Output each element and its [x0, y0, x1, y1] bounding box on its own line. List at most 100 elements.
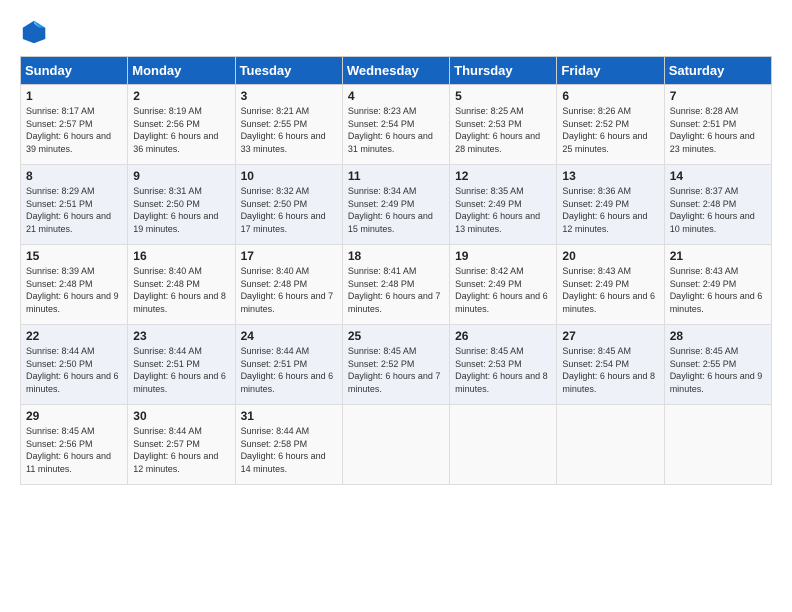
calendar-cell: 21Sunrise: 8:43 AMSunset: 2:49 PMDayligh…	[664, 245, 771, 325]
day-number: 6	[562, 89, 658, 103]
calendar-cell: 28 Sunrise: 8:45 AMSunset: 2:55 PMDayligh…	[664, 325, 771, 405]
calendar-cell: 31 Sunrise: 8:44 AMSunset: 2:58 PMDayligh…	[235, 405, 342, 485]
calendar-cell: 2 Sunrise: 8:19 AMSunset: 2:56 PMDaylight…	[128, 85, 235, 165]
calendar-cell: 30Sunrise: 8:44 AMSunset: 2:57 PMDayligh…	[128, 405, 235, 485]
calendar-cell: 3 Sunrise: 8:21 AMSunset: 2:55 PMDaylight…	[235, 85, 342, 165]
calendar-cell: 12 Sunrise: 8:35 AMSunset: 2:49 PMDayligh…	[450, 165, 557, 245]
calendar-day-header: Monday	[128, 57, 235, 85]
day-number: 21	[670, 249, 766, 263]
calendar-day-header: Sunday	[21, 57, 128, 85]
page: SundayMondayTuesdayWednesdayThursdayFrid…	[0, 0, 792, 612]
calendar-cell: 29 Sunrise: 8:45 AMSunset: 2:56 PMDayligh…	[21, 405, 128, 485]
day-number: 19	[455, 249, 551, 263]
calendar-day-header: Saturday	[664, 57, 771, 85]
day-info: Sunrise: 8:44 AMSunset: 2:51 PMDaylight:…	[241, 346, 334, 394]
day-info: Sunrise: 8:40 AMSunset: 2:48 PMDaylight:…	[133, 266, 226, 314]
day-info: Sunrise: 8:45 AMSunset: 2:53 PMDaylight:…	[455, 346, 548, 394]
calendar-cell: 15 Sunrise: 8:39 AMSunset: 2:48 PMDayligh…	[21, 245, 128, 325]
calendar-cell: 4Sunrise: 8:23 AMSunset: 2:54 PMDaylight…	[342, 85, 449, 165]
calendar-day-header: Wednesday	[342, 57, 449, 85]
calendar-week-row: 22 Sunrise: 8:44 AMSunset: 2:50 PMDayligh…	[21, 325, 772, 405]
day-info: Sunrise: 8:44 AMSunset: 2:51 PMDaylight:…	[133, 346, 226, 394]
calendar-cell: 13 Sunrise: 8:36 AMSunset: 2:49 PMDayligh…	[557, 165, 664, 245]
header	[20, 18, 772, 46]
calendar-day-header: Thursday	[450, 57, 557, 85]
calendar-cell: 24 Sunrise: 8:44 AMSunset: 2:51 PMDayligh…	[235, 325, 342, 405]
day-info: Sunrise: 8:41 AMSunset: 2:48 PMDaylight:…	[348, 266, 441, 314]
calendar-cell: 25 Sunrise: 8:45 AMSunset: 2:52 PMDayligh…	[342, 325, 449, 405]
logo-icon	[20, 18, 48, 46]
day-info: Sunrise: 8:42 AMSunset: 2:49 PMDaylight:…	[455, 266, 548, 314]
day-number: 18	[348, 249, 444, 263]
calendar-cell: 11Sunrise: 8:34 AMSunset: 2:49 PMDayligh…	[342, 165, 449, 245]
day-info: Sunrise: 8:17 AMSunset: 2:57 PMDaylight:…	[26, 106, 111, 154]
calendar-cell: 7Sunrise: 8:28 AMSunset: 2:51 PMDaylight…	[664, 85, 771, 165]
day-number: 17	[241, 249, 337, 263]
day-number: 4	[348, 89, 444, 103]
calendar-week-row: 1Sunrise: 8:17 AMSunset: 2:57 PMDaylight…	[21, 85, 772, 165]
day-info: Sunrise: 8:44 AMSunset: 2:58 PMDaylight:…	[241, 426, 326, 474]
day-info: Sunrise: 8:37 AMSunset: 2:48 PMDaylight:…	[670, 186, 755, 234]
day-number: 14	[670, 169, 766, 183]
day-number: 3	[241, 89, 337, 103]
day-number: 2	[133, 89, 229, 103]
day-info: Sunrise: 8:43 AMSunset: 2:49 PMDaylight:…	[562, 266, 655, 314]
calendar-header-row: SundayMondayTuesdayWednesdayThursdayFrid…	[21, 57, 772, 85]
day-info: Sunrise: 8:39 AMSunset: 2:48 PMDaylight:…	[26, 266, 119, 314]
calendar-cell: 9 Sunrise: 8:31 AMSunset: 2:50 PMDaylight…	[128, 165, 235, 245]
day-info: Sunrise: 8:29 AMSunset: 2:51 PMDaylight:…	[26, 186, 111, 234]
day-info: Sunrise: 8:44 AMSunset: 2:50 PMDaylight:…	[26, 346, 119, 394]
day-info: Sunrise: 8:45 AMSunset: 2:52 PMDaylight:…	[348, 346, 441, 394]
calendar-cell: 17Sunrise: 8:40 AMSunset: 2:48 PMDayligh…	[235, 245, 342, 325]
day-number: 20	[562, 249, 658, 263]
day-number: 7	[670, 89, 766, 103]
day-number: 24	[241, 329, 337, 343]
calendar-day-header: Tuesday	[235, 57, 342, 85]
day-number: 27	[562, 329, 658, 343]
day-info: Sunrise: 8:26 AMSunset: 2:52 PMDaylight:…	[562, 106, 647, 154]
day-number: 10	[241, 169, 337, 183]
day-info: Sunrise: 8:44 AMSunset: 2:57 PMDaylight:…	[133, 426, 218, 474]
day-info: Sunrise: 8:36 AMSunset: 2:49 PMDaylight:…	[562, 186, 647, 234]
calendar-cell: 26 Sunrise: 8:45 AMSunset: 2:53 PMDayligh…	[450, 325, 557, 405]
day-info: Sunrise: 8:32 AMSunset: 2:50 PMDaylight:…	[241, 186, 326, 234]
day-info: Sunrise: 8:31 AMSunset: 2:50 PMDaylight:…	[133, 186, 218, 234]
day-number: 25	[348, 329, 444, 343]
day-number: 26	[455, 329, 551, 343]
day-info: Sunrise: 8:34 AMSunset: 2:49 PMDaylight:…	[348, 186, 433, 234]
day-number: 22	[26, 329, 122, 343]
day-number: 16	[133, 249, 229, 263]
day-number: 8	[26, 169, 122, 183]
calendar-day-header: Friday	[557, 57, 664, 85]
day-number: 5	[455, 89, 551, 103]
day-number: 29	[26, 409, 122, 423]
calendar-cell: 6 Sunrise: 8:26 AMSunset: 2:52 PMDaylight…	[557, 85, 664, 165]
calendar-cell: 22 Sunrise: 8:44 AMSunset: 2:50 PMDayligh…	[21, 325, 128, 405]
calendar-cell: 23 Sunrise: 8:44 AMSunset: 2:51 PMDayligh…	[128, 325, 235, 405]
day-info: Sunrise: 8:45 AMSunset: 2:55 PMDaylight:…	[670, 346, 763, 394]
calendar-week-row: 8 Sunrise: 8:29 AMSunset: 2:51 PMDaylight…	[21, 165, 772, 245]
day-number: 23	[133, 329, 229, 343]
calendar-cell: 18 Sunrise: 8:41 AMSunset: 2:48 PMDayligh…	[342, 245, 449, 325]
calendar-week-row: 15 Sunrise: 8:39 AMSunset: 2:48 PMDayligh…	[21, 245, 772, 325]
day-number: 31	[241, 409, 337, 423]
day-info: Sunrise: 8:45 AMSunset: 2:56 PMDaylight:…	[26, 426, 111, 474]
calendar-cell: 5 Sunrise: 8:25 AMSunset: 2:53 PMDaylight…	[450, 85, 557, 165]
day-info: Sunrise: 8:25 AMSunset: 2:53 PMDaylight:…	[455, 106, 540, 154]
day-number: 12	[455, 169, 551, 183]
calendar-cell	[450, 405, 557, 485]
calendar-week-row: 29 Sunrise: 8:45 AMSunset: 2:56 PMDayligh…	[21, 405, 772, 485]
day-info: Sunrise: 8:19 AMSunset: 2:56 PMDaylight:…	[133, 106, 218, 154]
day-info: Sunrise: 8:21 AMSunset: 2:55 PMDaylight:…	[241, 106, 326, 154]
calendar-cell: 20 Sunrise: 8:43 AMSunset: 2:49 PMDayligh…	[557, 245, 664, 325]
day-number: 28	[670, 329, 766, 343]
day-number: 13	[562, 169, 658, 183]
calendar-cell: 27 Sunrise: 8:45 AMSunset: 2:54 PMDayligh…	[557, 325, 664, 405]
logo	[20, 18, 54, 46]
calendar-cell: 1Sunrise: 8:17 AMSunset: 2:57 PMDaylight…	[21, 85, 128, 165]
calendar-cell	[557, 405, 664, 485]
day-info: Sunrise: 8:35 AMSunset: 2:49 PMDaylight:…	[455, 186, 540, 234]
day-number: 15	[26, 249, 122, 263]
day-number: 9	[133, 169, 229, 183]
day-info: Sunrise: 8:45 AMSunset: 2:54 PMDaylight:…	[562, 346, 655, 394]
